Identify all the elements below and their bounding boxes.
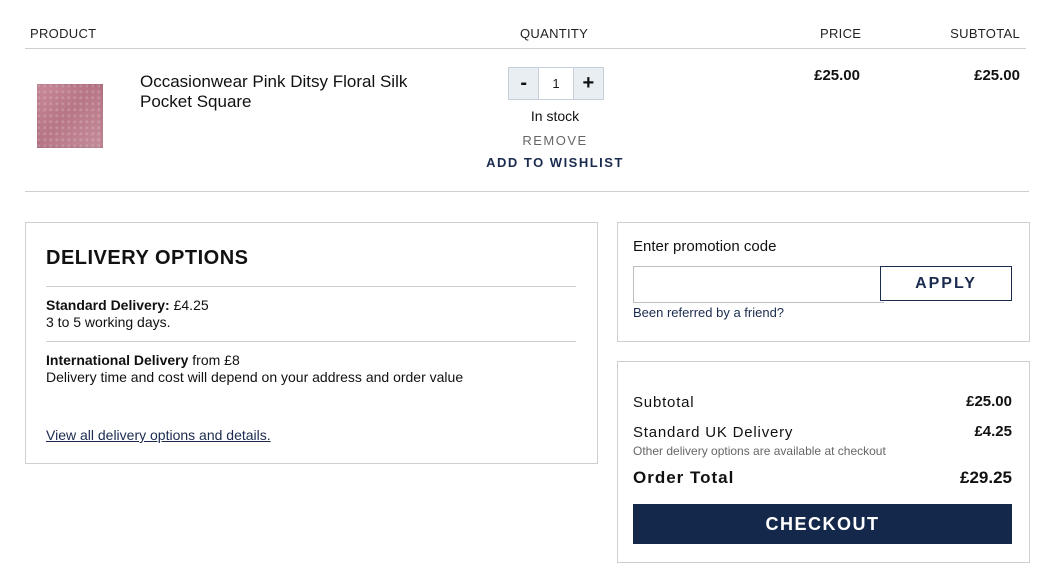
- shipping-label: Standard UK Delivery: [633, 424, 794, 441]
- apply-button[interactable]: APPLY: [880, 266, 1012, 301]
- decrease-quantity-button[interactable]: -: [509, 68, 539, 99]
- international-delivery-line: International Delivery from £8: [46, 352, 240, 369]
- international-delivery-price: from £8: [188, 352, 240, 368]
- standard-delivery-line: Standard Delivery: £4.25: [46, 297, 209, 314]
- header-product: PRODUCT: [30, 26, 97, 41]
- remove-link[interactable]: REMOVE: [500, 133, 610, 148]
- delivery-divider-2: [46, 341, 576, 342]
- delivery-options-title: DELIVERY OPTIONS: [46, 247, 249, 269]
- shipping-value: £4.25: [974, 423, 1012, 440]
- header-divider: [25, 48, 1026, 49]
- header-quantity: QUANTITY: [520, 26, 589, 41]
- item-price: £25.00: [814, 67, 860, 84]
- standard-delivery-label: Standard Delivery:: [46, 297, 170, 313]
- header-subtotal: SUBTOTAL: [950, 26, 1020, 41]
- checkout-button[interactable]: CHECKOUT: [633, 504, 1012, 544]
- quantity-value[interactable]: 1: [538, 68, 574, 99]
- stock-status: In stock: [530, 108, 580, 124]
- international-delivery-label: International Delivery: [46, 352, 189, 368]
- summary-subtotal-label: Subtotal: [633, 394, 695, 411]
- product-thumbnail[interactable]: [37, 84, 103, 148]
- promotion-code-input[interactable]: [633, 266, 884, 303]
- summary-subtotal-value: £25.00: [966, 393, 1012, 410]
- shipping-note: Other delivery options are available at …: [633, 444, 886, 458]
- order-total-value: £29.25: [960, 468, 1012, 487]
- delivery-divider-1: [46, 286, 576, 287]
- item-divider: [25, 191, 1029, 192]
- standard-delivery-time: 3 to 5 working days.: [46, 314, 171, 330]
- add-to-wishlist-link[interactable]: ADD TO WISHLIST: [480, 155, 630, 170]
- promotion-code-label: Enter promotion code: [633, 238, 777, 255]
- referred-by-friend-link[interactable]: Been referred by a friend?: [633, 305, 784, 320]
- increase-quantity-button[interactable]: +: [573, 68, 603, 99]
- item-subtotal: £25.00: [974, 67, 1020, 84]
- order-total-label: Order Total: [633, 468, 735, 487]
- header-price: PRICE: [820, 26, 862, 41]
- standard-delivery-price: £4.25: [169, 297, 209, 313]
- international-delivery-note: Delivery time and cost will depend on yo…: [46, 369, 464, 385]
- product-name[interactable]: Occasionwear Pink Ditsy Floral Silk Pock…: [140, 72, 460, 112]
- quantity-stepper: - 1 +: [508, 67, 604, 100]
- view-delivery-options-link[interactable]: View all delivery options and details.: [46, 427, 271, 443]
